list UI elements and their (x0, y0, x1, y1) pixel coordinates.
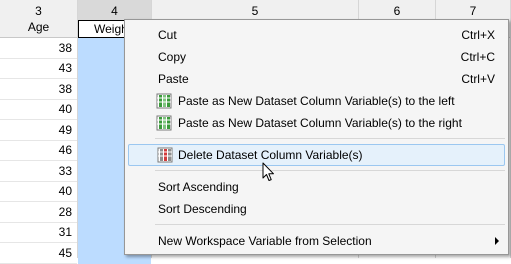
table-cell[interactable]: 46 (0, 140, 77, 161)
menu-item-cut[interactable]: Cut Ctrl+X (128, 24, 505, 46)
column-number: 3 (35, 4, 42, 18)
table-cell[interactable]: 33 (0, 161, 77, 182)
menu-separator (155, 138, 505, 139)
column-number: 4 (111, 4, 118, 18)
column-3[interactable]: 3 Age 38 43 38 40 49 46 33 40 28 31 45 (0, 0, 78, 264)
menu-item-label: New Workspace Variable from Selection (158, 234, 372, 248)
menu-item-shortcut: Ctrl+X (461, 28, 495, 42)
column-number: 6 (393, 4, 401, 18)
table-cell[interactable]: 49 (0, 120, 77, 141)
menu-item-paste[interactable]: Paste Ctrl+V (128, 68, 505, 90)
column-number: 7 (469, 4, 477, 18)
column-name: Age (27, 20, 50, 34)
table-cell[interactable]: 43 (0, 58, 77, 79)
table-cell[interactable]: 38 (0, 38, 77, 59)
menu-separator (155, 170, 505, 171)
menu-item-sort-descending[interactable]: Sort Descending (128, 198, 505, 220)
menu-item-label: Copy (158, 50, 187, 64)
menu-item-label: Paste as New Dataset Column Variable(s) … (178, 116, 462, 130)
column-number: 5 (251, 4, 259, 18)
table-cell[interactable]: 28 (0, 202, 77, 223)
menu-item-label: Paste (158, 72, 189, 86)
table-cell[interactable]: 40 (0, 181, 77, 202)
dataset-column-add-icon (156, 115, 172, 131)
menu-item-new-workspace-variable[interactable]: New Workspace Variable from Selection (128, 230, 505, 252)
table-cell[interactable]: 40 (0, 99, 77, 120)
submenu-arrow-icon (495, 237, 499, 245)
menu-item-shortcut: Ctrl+C (460, 50, 495, 64)
dataset-column-add-icon (156, 93, 172, 109)
dataset-column-delete-icon (157, 147, 173, 163)
context-menu: Cut Ctrl+X Copy Ctrl+C Paste Ctrl+V Past… (124, 19, 509, 255)
menu-item-sort-ascending[interactable]: Sort Ascending (128, 176, 505, 198)
table-cell[interactable]: 31 (0, 222, 77, 243)
menu-item-label: Sort Descending (158, 202, 247, 216)
menu-item-label: Cut (158, 28, 177, 42)
table-cell[interactable]: 38 (0, 79, 77, 100)
menu-separator (155, 224, 505, 225)
arrow-cursor-icon (262, 162, 274, 181)
menu-item-paste-left[interactable]: Paste as New Dataset Column Variable(s) … (128, 90, 505, 112)
menu-item-delete-column[interactable]: Delete Dataset Column Variable(s) (128, 144, 505, 166)
menu-item-paste-right[interactable]: Paste as New Dataset Column Variable(s) … (128, 112, 505, 134)
column-header[interactable]: 3 Age (0, 0, 77, 38)
menu-item-label: Paste as New Dataset Column Variable(s) … (178, 94, 455, 108)
menu-item-label: Sort Ascending (158, 180, 239, 194)
menu-item-shortcut: Ctrl+V (461, 72, 495, 86)
menu-item-copy[interactable]: Copy Ctrl+C (128, 46, 505, 68)
table-cell[interactable]: 45 (0, 243, 77, 264)
